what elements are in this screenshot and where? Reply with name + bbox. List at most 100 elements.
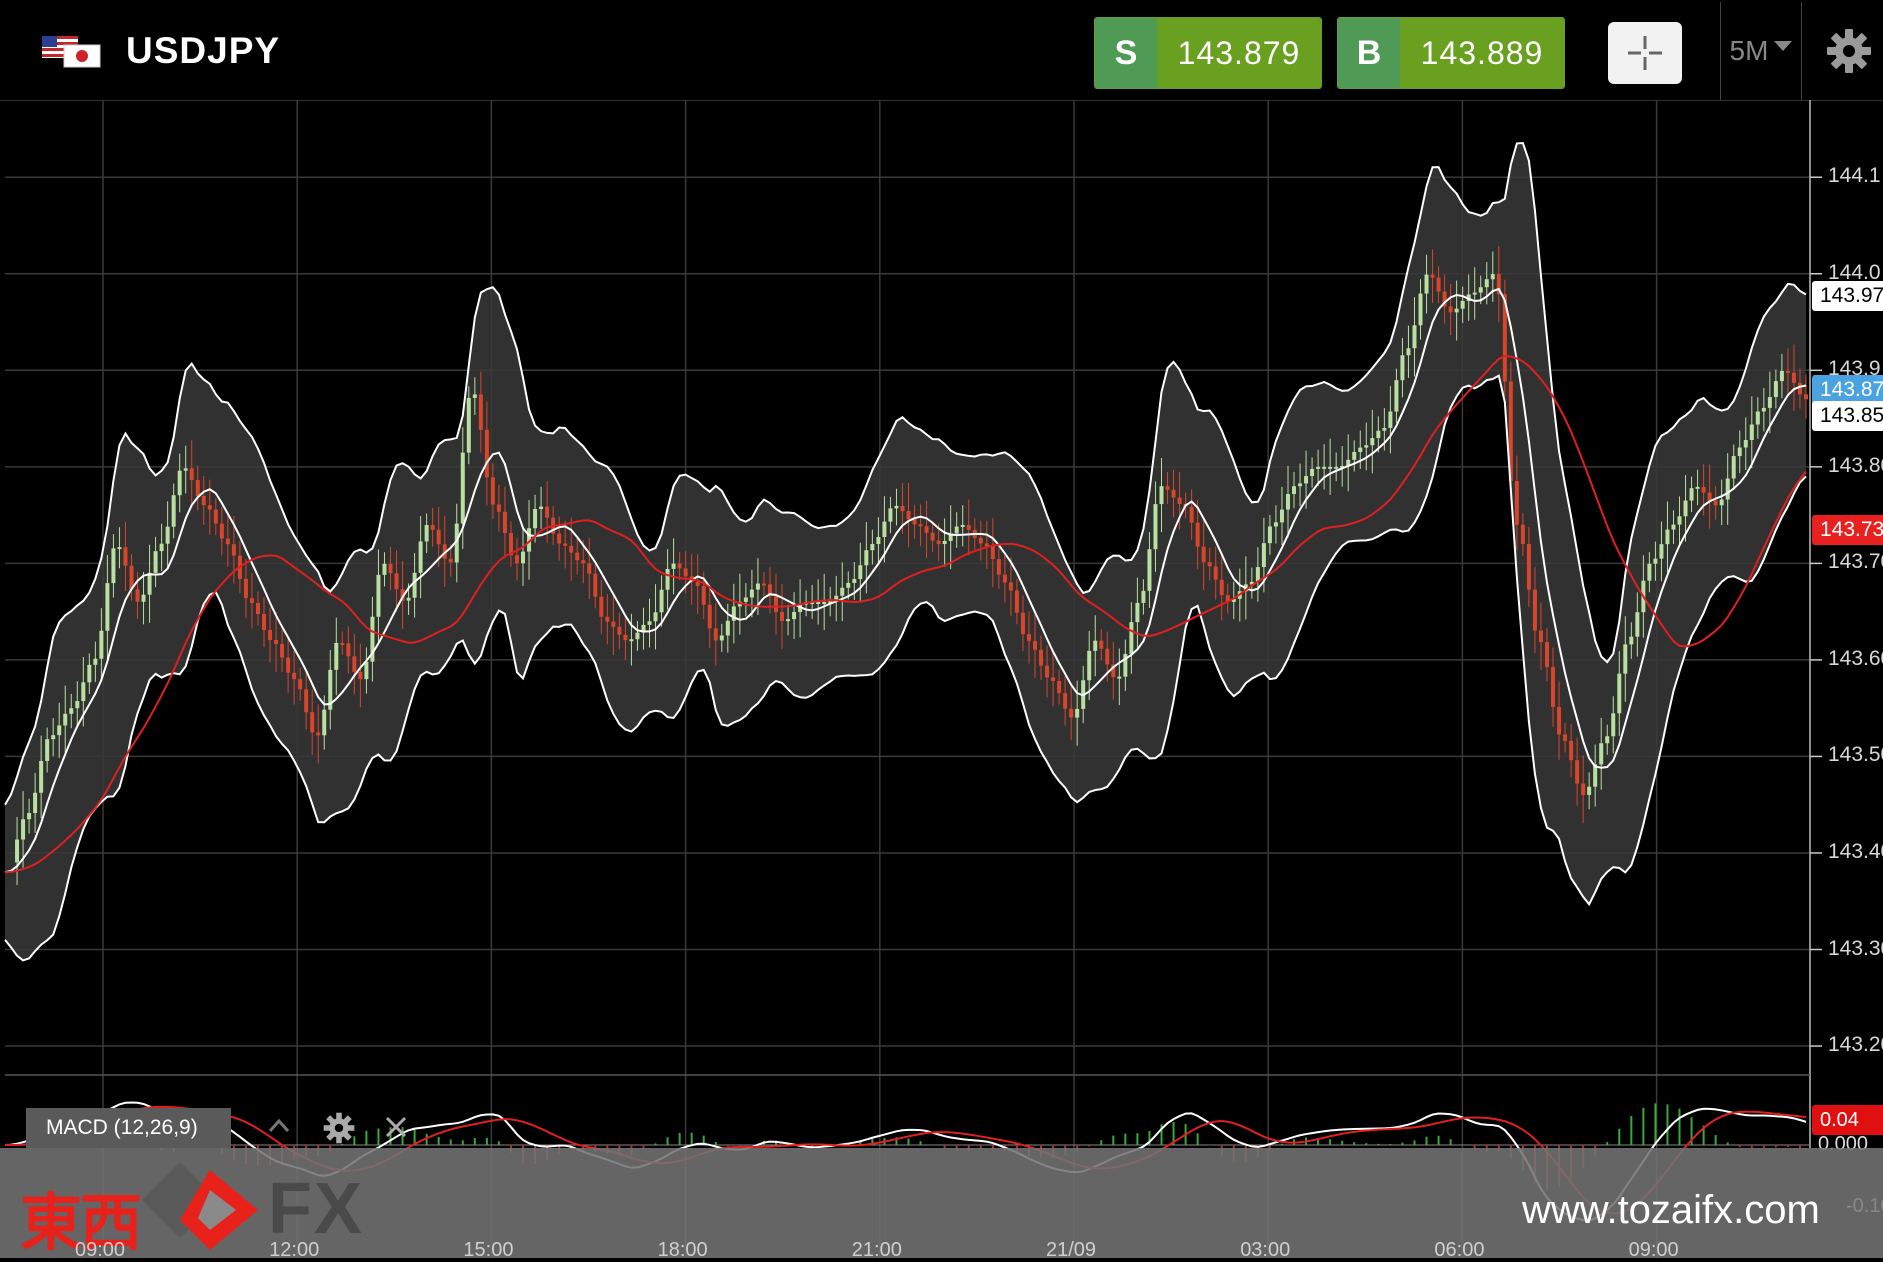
candle-body bbox=[852, 579, 857, 583]
candle-body bbox=[93, 658, 98, 665]
candle-body bbox=[153, 551, 158, 573]
candle-body bbox=[1147, 549, 1152, 591]
candle-body bbox=[1551, 667, 1556, 707]
x-tick-label: 15:00 bbox=[463, 1239, 514, 1261]
candle-body bbox=[1587, 786, 1592, 795]
candle-body bbox=[382, 563, 387, 575]
candle-body bbox=[930, 532, 935, 541]
candle-body bbox=[1701, 486, 1706, 493]
candle-body bbox=[274, 639, 279, 644]
candle-body bbox=[183, 468, 188, 471]
candle-body bbox=[334, 642, 339, 670]
candle-body bbox=[773, 596, 778, 613]
y-tick-label: 143.50 bbox=[1828, 743, 1883, 767]
candle-body bbox=[1159, 486, 1164, 505]
y-tick-label: 144.1 bbox=[1828, 164, 1881, 188]
candle-body bbox=[1785, 370, 1790, 373]
candle-body bbox=[1370, 438, 1375, 446]
indicator-settings-gear-icon[interactable] bbox=[323, 1112, 355, 1144]
candle-body bbox=[57, 725, 62, 736]
candle-body bbox=[394, 573, 399, 590]
candle-body bbox=[761, 583, 766, 586]
candle-body bbox=[292, 672, 297, 680]
candle-body bbox=[575, 552, 580, 561]
candle-body bbox=[966, 525, 971, 530]
candle-body bbox=[1364, 445, 1369, 448]
candle-body bbox=[117, 547, 122, 550]
candle-body bbox=[936, 540, 941, 545]
candle-body bbox=[539, 506, 544, 510]
candle-body bbox=[51, 735, 56, 740]
candle-body bbox=[1261, 543, 1266, 568]
candle-body bbox=[358, 671, 363, 680]
candle-body bbox=[563, 543, 568, 546]
moving-average-price-tag: 143.73 bbox=[1812, 515, 1883, 545]
candle-body bbox=[924, 526, 929, 533]
candle-body bbox=[1406, 348, 1411, 356]
candle-body bbox=[1165, 486, 1170, 490]
candle-body bbox=[1087, 650, 1092, 681]
candle-body bbox=[1105, 648, 1110, 665]
candle-body bbox=[310, 712, 315, 733]
bollinger-band-fill bbox=[5, 143, 1806, 961]
website-url: www.tozaifx.com bbox=[1522, 1188, 1820, 1232]
candle-body bbox=[436, 529, 441, 545]
macd-indicator-label[interactable]: MACD (12,26,9) bbox=[26, 1108, 231, 1148]
candle-body bbox=[424, 525, 429, 542]
candle-body bbox=[27, 813, 32, 820]
candle-body bbox=[189, 468, 194, 481]
y-tick-label: 143.70 bbox=[1828, 550, 1883, 574]
candle-body bbox=[605, 616, 610, 622]
candle-body bbox=[340, 642, 345, 645]
candle-body bbox=[1526, 544, 1531, 590]
candle-body bbox=[280, 643, 285, 658]
macd-bottom-axis-label: -0.100 bbox=[1846, 1195, 1883, 1217]
y-tick-label: 143.20 bbox=[1828, 1033, 1883, 1057]
brand-fx-logo: FX bbox=[268, 1169, 365, 1249]
candle-body bbox=[1153, 504, 1158, 550]
candle-body bbox=[1629, 636, 1634, 645]
candle-body bbox=[1057, 680, 1062, 694]
candle-body bbox=[1304, 476, 1309, 484]
candle-body bbox=[1671, 524, 1676, 530]
candle-body bbox=[1171, 489, 1176, 498]
candle-body bbox=[1358, 447, 1363, 452]
candle-body bbox=[231, 544, 236, 556]
candle-body bbox=[1002, 574, 1007, 583]
candle-body bbox=[1008, 582, 1013, 591]
candle-body bbox=[990, 546, 995, 560]
candle-body bbox=[1448, 306, 1453, 313]
bollinger-band-area bbox=[5, 143, 1806, 961]
candle-body bbox=[496, 504, 501, 512]
candle-body bbox=[743, 597, 748, 602]
candle-body bbox=[448, 558, 453, 563]
candle-body bbox=[39, 760, 44, 793]
candle-body bbox=[99, 630, 104, 659]
candle-body bbox=[683, 568, 688, 577]
close-icon[interactable] bbox=[382, 1113, 410, 1141]
x-tick-label: 06:00 bbox=[1434, 1239, 1485, 1261]
candle-body bbox=[1394, 380, 1399, 412]
candle-body bbox=[1755, 411, 1760, 425]
candle-body bbox=[1695, 486, 1700, 489]
candle-body bbox=[707, 604, 712, 629]
candle-body bbox=[611, 621, 616, 627]
candle-body bbox=[1538, 630, 1543, 643]
candle-body bbox=[1665, 529, 1670, 545]
candle-body bbox=[159, 543, 164, 552]
price-chart[interactable] bbox=[0, 0, 1883, 1258]
candle-body bbox=[81, 682, 86, 702]
chevron-up-icon[interactable] bbox=[264, 1112, 294, 1142]
candle-body bbox=[1189, 506, 1194, 523]
candle-body bbox=[1773, 381, 1778, 398]
candle-body bbox=[533, 509, 538, 529]
candle-body bbox=[466, 397, 471, 453]
candle-body bbox=[1310, 468, 1315, 477]
candle-body bbox=[870, 544, 875, 551]
candle-body bbox=[1388, 411, 1393, 428]
candle-body bbox=[1743, 440, 1748, 448]
upper-band-price-tag: 143.97 bbox=[1812, 281, 1883, 311]
y-tick-label: 143.80 bbox=[1828, 453, 1883, 477]
candle-body bbox=[1605, 736, 1610, 744]
y-tick-label: 143.30 bbox=[1828, 936, 1883, 960]
